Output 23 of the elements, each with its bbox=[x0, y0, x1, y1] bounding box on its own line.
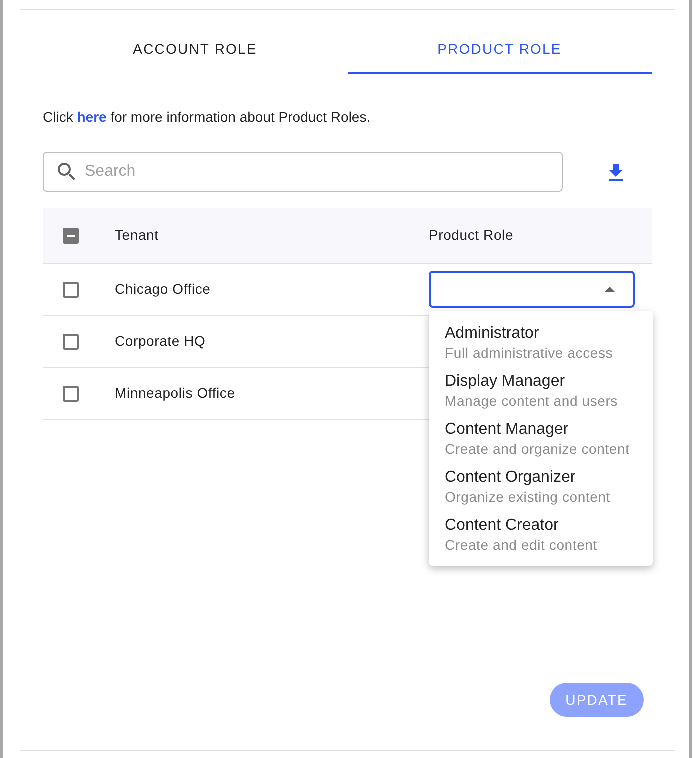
menu-option[interactable]: Content Manager Create and organize content bbox=[429, 415, 653, 463]
menu-option[interactable]: Administrator Full administrative access bbox=[429, 319, 653, 367]
caret-up-icon bbox=[605, 287, 615, 292]
column-header: Product Role bbox=[429, 226, 514, 245]
download-icon bbox=[609, 164, 623, 180]
search-icon bbox=[58, 163, 76, 181]
select-all-checkbox[interactable] bbox=[63, 228, 79, 244]
menu-option[interactable]: Display Manager Manage content and users bbox=[429, 367, 653, 415]
row-checkbox[interactable] bbox=[63, 386, 79, 402]
tab[interactable]: PRODUCT ROLE bbox=[348, 26, 652, 74]
menu-option[interactable]: Content Organizer Organize existing content bbox=[429, 463, 653, 511]
row-checkbox[interactable] bbox=[63, 282, 79, 298]
search-field[interactable]: Search bbox=[43, 152, 563, 192]
table-cell-text: Minneapolis Office bbox=[115, 384, 236, 403]
role-select[interactable] bbox=[429, 271, 635, 308]
table-cell-text: Chicago Office bbox=[115, 280, 212, 299]
tab[interactable]: ACCOUNT ROLE bbox=[43, 26, 348, 74]
column-header: Tenant bbox=[115, 226, 160, 245]
menu-option[interactable]: Content Creator Create and edit content bbox=[429, 511, 653, 559]
info-text: Click here for more information about Product Roles. bbox=[43, 108, 372, 126]
row-checkbox[interactable] bbox=[63, 334, 79, 350]
info-link[interactable]: here bbox=[77, 109, 107, 125]
table-cell-text: Corporate HQ bbox=[115, 332, 207, 351]
